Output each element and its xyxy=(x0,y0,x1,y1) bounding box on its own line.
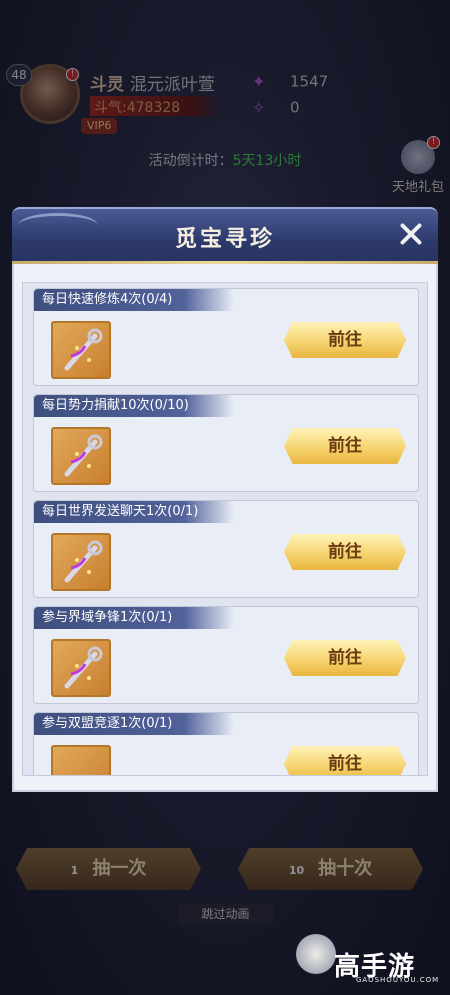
task-title: 参与双盟竞逐1次(0/1) xyxy=(34,713,234,735)
task-item: 参与界域争锋1次(0/1) 前往 xyxy=(33,606,419,704)
task-title: 参与界域争锋1次(0/1) xyxy=(34,607,234,629)
task-item: 每日世界发送聊天1次(0/1) 前往 xyxy=(33,500,419,598)
task-item: 每日势力捐献10次(0/10) 前往 xyxy=(33,394,419,492)
task-item: 每日快速修炼4次(0/4) 前往 xyxy=(33,288,419,386)
go-button[interactable]: 前往 xyxy=(284,322,406,358)
task-title: 每日世界发送聊天1次(0/1) xyxy=(34,501,234,523)
modal-body: 每日快速修炼4次(0/4) 前往 每日势力捐献10次(0/10) 前往 每日世界… xyxy=(12,264,438,792)
task-item: 参与双盟竞逐1次(0/1) 前往 xyxy=(33,712,419,775)
go-button[interactable]: 前往 xyxy=(284,640,406,676)
reward-key-icon[interactable] xyxy=(51,533,111,591)
task-title: 每日势力捐献10次(0/10) xyxy=(34,395,234,417)
watermark-emblem-icon xyxy=(296,934,336,974)
close-icon[interactable] xyxy=(398,221,424,247)
watermark: 高手游 GAOSHOUYOU.COM xyxy=(296,924,446,984)
reward-key-icon[interactable] xyxy=(51,745,111,775)
reward-key-icon[interactable] xyxy=(51,427,111,485)
go-button[interactable]: 前往 xyxy=(284,428,406,464)
watermark-sub: GAOSHOUYOU.COM xyxy=(356,976,440,984)
go-button[interactable]: 前往 xyxy=(284,746,406,775)
task-title: 每日快速修炼4次(0/4) xyxy=(34,289,234,311)
modal-header: 觅宝寻珍 xyxy=(12,207,438,261)
reward-key-icon[interactable] xyxy=(51,321,111,379)
treasure-hunt-modal: 觅宝寻珍 每日快速修炼4次(0/4) 前往 每日势力捐献10次(0/10) 前往… xyxy=(12,207,438,792)
go-button[interactable]: 前往 xyxy=(284,534,406,570)
modal-title: 觅宝寻珍 xyxy=(174,227,275,252)
reward-key-icon[interactable] xyxy=(51,639,111,697)
task-list[interactable]: 每日快速修炼4次(0/4) 前往 每日势力捐献10次(0/10) 前往 每日世界… xyxy=(22,282,428,776)
